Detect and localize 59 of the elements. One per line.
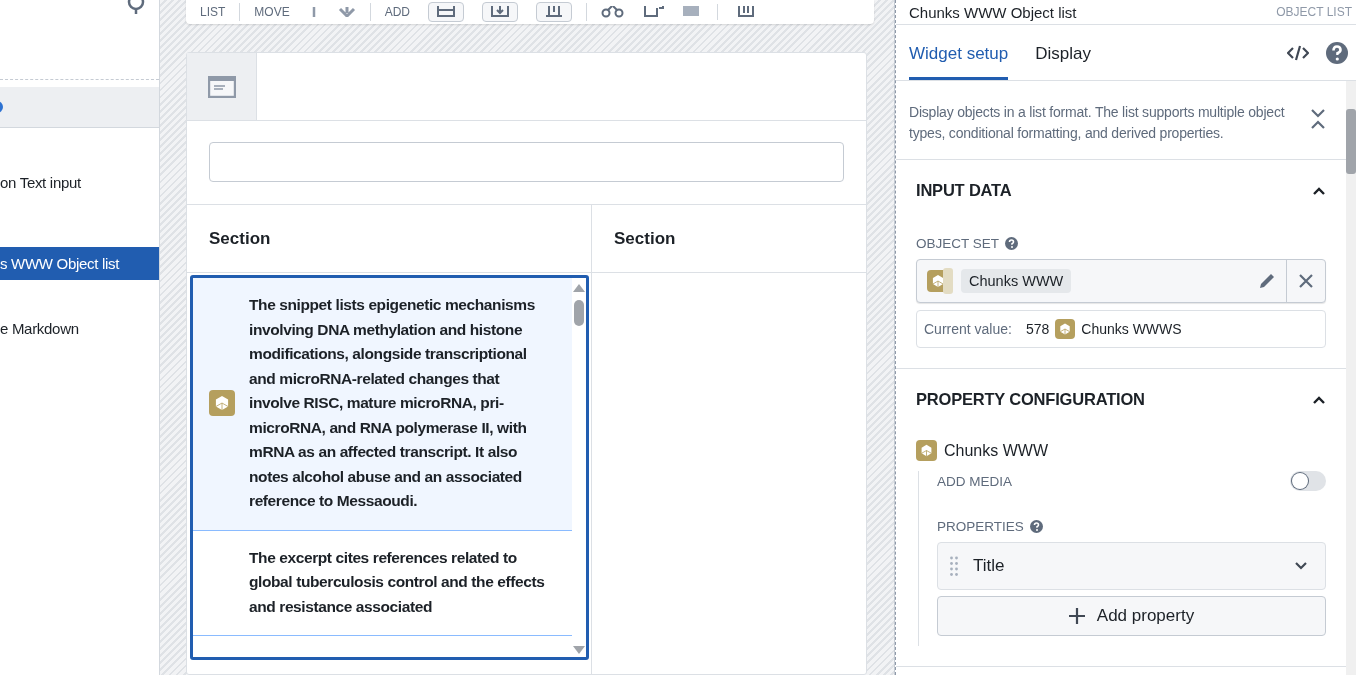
property-row[interactable]: Title: [937, 542, 1326, 590]
close-icon: [1299, 274, 1313, 288]
field-label: OBJECT SET: [916, 236, 1000, 251]
plus-icon: [1068, 608, 1085, 624]
object-count: 578: [1025, 321, 1050, 337]
columns-icon: [545, 6, 564, 18]
sidebar-item[interactable]: on Text input: [0, 166, 159, 199]
stack-shadow-icon: [943, 268, 953, 294]
scrollbar[interactable]: [1346, 81, 1356, 675]
tab[interactable]: Display: [1035, 44, 1091, 80]
section-title: PROPERTY CONFIGURATION: [916, 390, 1145, 409]
tab[interactable]: Widget setup: [909, 44, 1009, 80]
collapse-icon[interactable]: [1310, 108, 1326, 130]
sidebar-item[interactable]: e Markdown: [0, 312, 159, 345]
panel-title: Chunks WWW Object list: [909, 3, 1077, 21]
arrow-down-icon[interactable]: [337, 7, 356, 17]
cube-icon: [209, 390, 235, 417]
help-icon[interactable]: [1005, 237, 1019, 250]
code-icon[interactable]: [1287, 44, 1309, 61]
list-item[interactable]: [193, 278, 572, 531]
sidebar-item[interactable]: s WWW Object list: [0, 247, 159, 280]
drag-handle-icon[interactable]: [950, 556, 958, 576]
search-field[interactable]: [209, 142, 844, 182]
card-tab[interactable]: [187, 53, 257, 120]
add-inside-button[interactable]: [482, 2, 519, 22]
section-title: INPUT DATA: [916, 181, 1012, 200]
chevron-down-icon[interactable]: [1294, 561, 1308, 571]
cube-icon: [916, 440, 937, 461]
object-tag: Chunks WWW: [961, 269, 1072, 293]
object-type-name: Chunks WWWS: [1081, 321, 1182, 337]
column-header: Section: [592, 205, 866, 273]
description-text: Display objects in a list format. The list supports multiple object types, conditional formatting, and derived properties.: [909, 103, 1286, 143]
field-label: PROPERTIES: [937, 519, 1024, 534]
add-row-button[interactable]: [428, 2, 465, 22]
help-icon[interactable]: [1029, 520, 1043, 533]
item-text: The excerpt cites references related to global tuberculosis control and the effects and resistance associated: [249, 547, 546, 617]
row-icon: [437, 6, 456, 18]
item-text: The snippet lists epigenetic mechanisms involving DNA methylation and histone modifications, alongside transcriptional and microRNA-related changes that involve RISC, mature microRNA, pri-microRNA, and RNA polymerase II, with mRNA as an affected transcript. It also notes alcohol abuse and an associated reference to Messaoudi.: [249, 295, 536, 511]
chevron-up-icon[interactable]: [1312, 394, 1326, 405]
cube-icon: [1055, 319, 1076, 339]
property-label: Title: [973, 556, 1005, 576]
window-icon: [207, 75, 236, 98]
toggle-switch[interactable]: [1290, 471, 1326, 491]
widget-type-label: OBJECT LIST: [1276, 5, 1352, 19]
field-label: ADD MEDIA: [937, 473, 1012, 489]
toolbar-label: LIST: [200, 5, 226, 19]
toolbar-label: MOVE: [254, 5, 290, 19]
object-type-name: Chunks WWW: [944, 441, 1048, 460]
help-icon[interactable]: [1326, 41, 1348, 64]
object-set-field[interactable]: Chunks WWW: [916, 259, 1326, 303]
column-header: Section: [187, 205, 591, 273]
scissors-icon[interactable]: [601, 6, 626, 18]
toolbar-label: ADD: [384, 5, 411, 19]
add-column-button[interactable]: [536, 2, 573, 22]
current-value-label: Current value:: [924, 321, 1012, 337]
pencil-icon[interactable]: [1258, 272, 1276, 290]
box-plus-icon: [491, 6, 510, 18]
chevron-up-icon[interactable]: [1312, 185, 1326, 196]
add-property-button[interactable]: Add property: [937, 596, 1326, 636]
